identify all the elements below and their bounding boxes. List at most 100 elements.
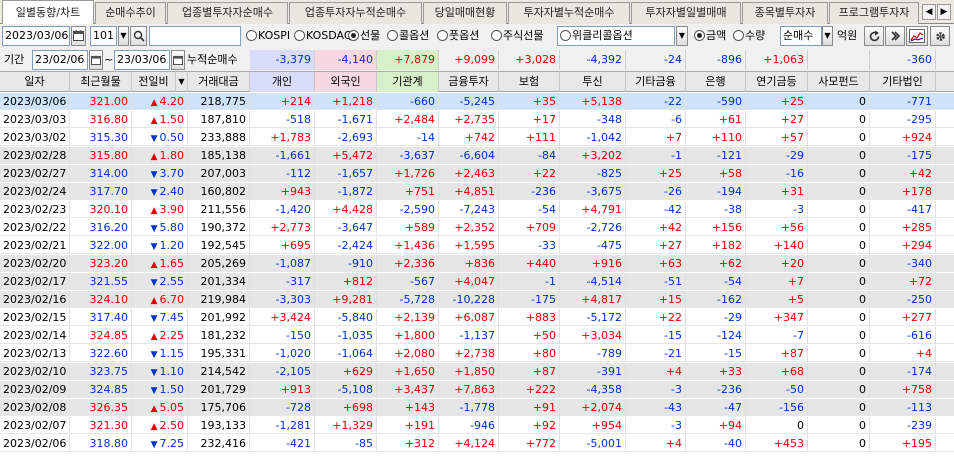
calendar-icon[interactable] bbox=[71, 26, 86, 46]
table-row[interactable]: 2023/03/06 321.00 ▲ 4.20 218,775 +214 +1,218 -6… bbox=[0, 93, 954, 110]
table-row[interactable]: 2023/02/28 315.80 ▲ 1.80 185,138 -1,661 +5,472… bbox=[0, 147, 954, 164]
cell-front-month: 324.10 bbox=[70, 291, 132, 308]
tab-sector-cumulative[interactable]: 업종투자자누적순매수 bbox=[289, 2, 422, 24]
tab-prev-button[interactable]: ◀ bbox=[922, 4, 936, 20]
table-row[interactable]: 2023/02/24 317.70 ▼ 2.40 160,802 +943 -1,872 +7… bbox=[0, 183, 954, 200]
col-financial-investment[interactable]: 금융투자 bbox=[439, 72, 499, 92]
weekly-call-option-select[interactable]: 위클리콜옵션 bbox=[557, 26, 675, 46]
col-bank[interactable]: 은행 bbox=[686, 72, 746, 92]
col-volume[interactable]: 거래대금 bbox=[188, 72, 250, 92]
settings-icon[interactable] bbox=[930, 26, 950, 46]
cell-change: ▼ 3.70 bbox=[132, 165, 188, 182]
cell-trust: -4,358 bbox=[560, 381, 626, 398]
radio-amount[interactable]: 금액 bbox=[694, 26, 726, 46]
change-value: 2.40 bbox=[159, 185, 185, 198]
cell-front-month: 316.80 bbox=[70, 111, 132, 128]
col-foreign[interactable]: 외국인 bbox=[315, 72, 377, 92]
cell-foreign: -1,035 bbox=[315, 327, 377, 344]
cell-pension: +87 bbox=[746, 345, 808, 362]
tab-stock-investor[interactable]: 종목별투자자 bbox=[742, 2, 828, 24]
cell-institution: +751 bbox=[377, 183, 439, 200]
cell-other-corp: -295 bbox=[870, 111, 936, 128]
cell-private-fund: 0 bbox=[808, 327, 870, 344]
weekly-dropdown-icon[interactable]: ▼ bbox=[676, 26, 688, 46]
change-value: 6.70 bbox=[159, 293, 185, 306]
radio-call-option[interactable]: 콜옵션 bbox=[387, 26, 429, 46]
table-row[interactable]: 2023/02/08 326.35 ▲ 5.05 175,706 -728 +698 +143… bbox=[0, 399, 954, 416]
cell-other-corp: +178 bbox=[870, 183, 936, 200]
table-row[interactable]: 2023/02/13 322.60 ▼ 1.15 195,331 -1,020 -1,064… bbox=[0, 345, 954, 362]
tab-investor-cumulative[interactable]: 투자자별누적순매수 bbox=[508, 2, 630, 24]
trade-type-select[interactable]: 순매수 bbox=[780, 26, 822, 46]
table-row[interactable]: 2023/02/10 323.75 ▼ 1.10 214,542 -2,105 +629 +1… bbox=[0, 363, 954, 380]
code-dropdown-icon[interactable]: ▼ bbox=[118, 26, 129, 46]
tab-today-trading[interactable]: 당일매매현황 bbox=[423, 2, 507, 24]
tab-sector-investor[interactable]: 업종별투자자순매수 bbox=[167, 2, 288, 24]
collapse-icon[interactable] bbox=[885, 26, 905, 46]
date-input[interactable]: 2023/03/06 bbox=[2, 26, 70, 46]
cell-institution: -5,728 bbox=[377, 291, 439, 308]
table-row[interactable]: 2023/02/21 322.00 ▼ 1.20 192,545 +695 -2,424 +1… bbox=[0, 237, 954, 254]
col-change-dropdown-icon[interactable]: ▼ bbox=[176, 72, 188, 92]
cell-institution: +2,139 bbox=[377, 309, 439, 326]
col-institution[interactable]: 기관계 bbox=[377, 72, 439, 92]
cell-foreign: -1,872 bbox=[315, 183, 377, 200]
cell-date: 2023/02/28 bbox=[0, 147, 70, 164]
down-arrow-icon: ▼ bbox=[150, 368, 158, 378]
refresh-icon[interactable] bbox=[864, 26, 884, 46]
cell-other-finance: +27 bbox=[626, 237, 686, 254]
table-row[interactable]: 2023/02/06 318.80 ▼ 7.25 232,416 -421 -85 +312 +… bbox=[0, 435, 954, 452]
col-individual[interactable]: 개인 bbox=[250, 72, 315, 92]
cell-bank: +61 bbox=[686, 111, 746, 128]
table-row[interactable]: 2023/02/07 321.30 ▲ 2.50 193,133 -1,281 +1,329… bbox=[0, 417, 954, 434]
table-row[interactable]: 2023/02/17 321.55 ▼ 2.55 201,334 -317 +812 -567… bbox=[0, 273, 954, 290]
col-other-corp[interactable]: 기타법인 bbox=[870, 72, 936, 92]
tab-investor-daily[interactable]: 투자자별일별매매 bbox=[631, 2, 741, 24]
period-from-input[interactable]: 23/02/06 bbox=[32, 50, 88, 70]
col-insurance[interactable]: 보험 bbox=[499, 72, 560, 92]
search-icon[interactable] bbox=[130, 26, 147, 46]
table-row[interactable]: 2023/03/02 315.30 ▼ 0.50 233,888 +1,783 -2,693… bbox=[0, 129, 954, 146]
table-row[interactable]: 2023/02/22 316.20 ▼ 5.80 190,372 +2,773 -3,647… bbox=[0, 219, 954, 236]
cell-insurance: +87 bbox=[499, 363, 560, 380]
period-to-input[interactable]: 23/03/06 bbox=[114, 50, 170, 70]
radio-kospi[interactable]: KOSPI bbox=[246, 26, 290, 46]
chart-icon[interactable] bbox=[906, 26, 928, 46]
table-row[interactable]: 2023/02/27 314.00 ▼ 3.70 207,003 -112 -1,657 +1… bbox=[0, 165, 954, 182]
tab-next-button[interactable]: ▶ bbox=[937, 4, 951, 20]
cell-change: ▲ 6.70 bbox=[132, 291, 188, 308]
cell-bank: -38 bbox=[686, 201, 746, 218]
table-row[interactable]: 2023/02/15 317.40 ▼ 7.45 201,992 +3,424 -5,840… bbox=[0, 309, 954, 326]
cell-individual: +2,773 bbox=[250, 219, 315, 236]
col-change[interactable]: 전일비 bbox=[132, 72, 176, 92]
code-input[interactable]: 101 bbox=[90, 26, 117, 46]
cell-private-fund: 0 bbox=[808, 273, 870, 290]
table-row[interactable]: 2023/02/20 323.20 ▲ 1.65 205,269 -1,087 -910 +2… bbox=[0, 255, 954, 272]
table-row[interactable]: 2023/02/23 320.10 ▲ 3.90 211,556 -1,420 +4,428… bbox=[0, 201, 954, 218]
col-other-finance[interactable]: 기타금융 bbox=[626, 72, 686, 92]
radio-stock-futures[interactable]: 주식선물 bbox=[491, 26, 543, 46]
col-trust[interactable]: 투신 bbox=[560, 72, 626, 92]
calendar-to-icon[interactable] bbox=[171, 50, 185, 70]
cell-pension: 0 bbox=[746, 417, 808, 434]
col-private-fund[interactable]: 사모펀드 bbox=[808, 72, 870, 92]
cell-pension: +20 bbox=[746, 255, 808, 272]
table-row[interactable]: 2023/02/09 324.85 ▼ 1.50 201,729 +913 -5,108 +3… bbox=[0, 381, 954, 398]
radio-futures[interactable]: 선물 bbox=[348, 26, 380, 46]
change-value: 5.80 bbox=[159, 221, 185, 234]
tab-program-investor[interactable]: 프로그램투자자 bbox=[829, 2, 919, 24]
radio-put-option[interactable]: 풋옵션 bbox=[437, 26, 479, 46]
radio-quantity[interactable]: 수량 bbox=[733, 26, 765, 46]
cell-other-finance: -42 bbox=[626, 201, 686, 218]
table-row[interactable]: 2023/03/03 316.80 ▲ 1.50 187,810 -518 -1,671 +2… bbox=[0, 111, 954, 128]
trade-type-dropdown-icon[interactable]: ▼ bbox=[822, 26, 833, 46]
table-row[interactable]: 2023/02/14 324.85 ▲ 2.25 181,232 -150 -1,035 +1… bbox=[0, 327, 954, 344]
table-row[interactable]: 2023/02/16 324.10 ▲ 6.70 219,984 -3,303 +9,281… bbox=[0, 291, 954, 308]
col-pension[interactable]: 연기금등 bbox=[746, 72, 808, 92]
tab-net-buy-trend[interactable]: 순매수추이 bbox=[95, 2, 166, 24]
radio-kosdaq[interactable]: KOSDAQ bbox=[294, 26, 353, 46]
tab-daily-trend[interactable]: 일별동향/차트 bbox=[2, 0, 94, 24]
calendar-from-icon[interactable] bbox=[89, 50, 103, 70]
col-date[interactable]: 일자 bbox=[0, 72, 70, 92]
col-front-month[interactable]: 최근월물 bbox=[70, 72, 132, 92]
